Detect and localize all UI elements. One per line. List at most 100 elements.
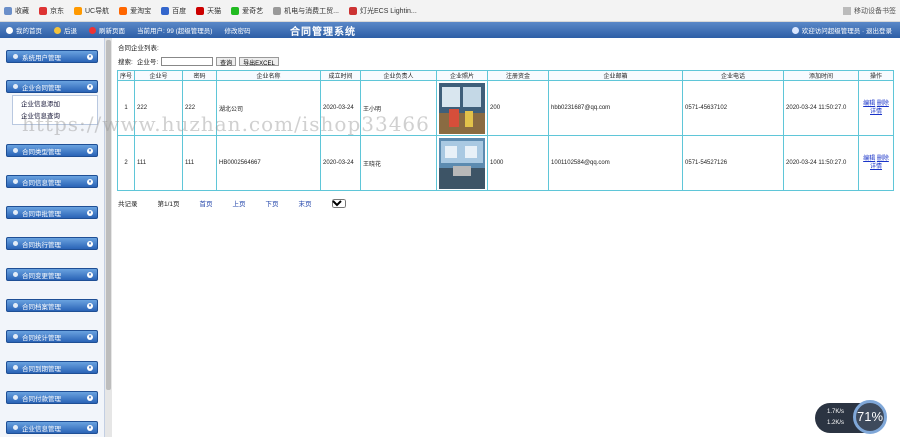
network-speed-widget[interactable]: 1.7K/s 1.2K/s 71% <box>815 400 887 434</box>
submenu-add-enterprise[interactable]: 企业信息添加 <box>13 99 97 111</box>
bookmark-item[interactable]: 爱淘宝 <box>119 6 151 16</box>
back-icon <box>54 26 61 34</box>
chevron-icon: ▾ <box>87 179 93 185</box>
sidebar-scrollbar[interactable] <box>105 38 112 437</box>
home-link[interactable]: 我的首页 <box>6 25 42 35</box>
search-bar: 搜索: 企业号: 查询 导出EXCEL <box>118 56 282 67</box>
detail-link[interactable]: 详情 <box>870 164 882 170</box>
bookmark-item[interactable]: 灯光ECS Lightin... <box>348 6 417 16</box>
export-excel-button[interactable]: 导出EXCEL <box>239 56 279 67</box>
site-icon <box>348 6 357 15</box>
chevron-icon: ▾ <box>87 334 93 340</box>
delete-link[interactable]: 删除 <box>877 101 889 107</box>
chevron-icon: ▾ <box>87 84 93 90</box>
pagination: 共记录 第1/1页 首页 上页 下页 末页 1 <box>118 198 346 208</box>
bullet-icon <box>13 425 18 430</box>
sidebar-item-users[interactable]: 系统用户管理 ▾ <box>6 50 98 63</box>
sidebar: 系统用户管理 ▾ 企业合同管理 ▾ 企业信息添加 企业信息查询 合同类型管理 ▾ 合同… <box>0 38 105 437</box>
download-speed: 1.2K/s <box>827 420 845 426</box>
bookmark-item[interactable]: 京东 <box>39 6 64 16</box>
page-select[interactable]: 1 <box>331 198 346 208</box>
taobao-icon <box>119 6 128 15</box>
refresh-icon <box>89 26 96 34</box>
folder-icon <box>843 7 851 15</box>
mobile-bookmarks[interactable]: 移动设备书签 <box>843 6 896 16</box>
cell-added: 2020-03-24 11:50:27.0 <box>783 135 860 191</box>
watermark: https://www.huzhan.com/ishop33466 <box>22 112 430 136</box>
bookmark-item[interactable]: 爱奇艺 <box>231 6 263 16</box>
current-user: 当前用户: 99 (超级管理员) <box>137 28 213 35</box>
col-header: 企业照片 <box>436 70 489 81</box>
next-page-link[interactable]: 下页 <box>266 198 279 208</box>
sidebar-item-menu[interactable]: 合同统计管理 ▾ <box>6 330 98 343</box>
cell-name: HB0002564667 <box>216 135 322 191</box>
enterprise-photo[interactable] <box>439 137 486 189</box>
table-row: 2 111 111 HB0002564667 2020-03-24 王晓花 10… <box>116 135 895 191</box>
enterprise-code-input[interactable] <box>161 56 214 66</box>
edit-link[interactable]: 编辑 <box>863 156 875 162</box>
cell-photo <box>436 135 489 191</box>
cell-capital: 1000 <box>487 135 550 191</box>
cell-email: 1001102584@qq.com <box>548 135 684 191</box>
bullet-icon <box>13 210 18 215</box>
first-page-link[interactable]: 首页 <box>200 198 213 208</box>
bullet-icon <box>13 179 18 184</box>
col-header: 序号 <box>116 70 136 81</box>
record-count: 共记录 <box>118 201 138 208</box>
sidebar-item-menu[interactable]: 企业信息管理 ▾ <box>6 421 98 434</box>
bookmark-item[interactable]: 收藏 <box>4 6 29 16</box>
col-header: 企业负责人 <box>360 70 438 81</box>
bookmark-item[interactable]: 机电与消费工贸... <box>273 6 339 16</box>
edit-link[interactable]: 编辑 <box>863 101 875 107</box>
sidebar-item-menu[interactable]: 合同审批管理 ▾ <box>6 206 98 219</box>
jd-icon <box>39 6 47 15</box>
enterprise-photo[interactable] <box>439 82 486 134</box>
refresh-link[interactable]: 刷新页面 <box>89 25 125 35</box>
delete-link[interactable]: 删除 <box>877 156 889 162</box>
chevron-icon: ▾ <box>87 425 93 431</box>
breadcrumb: 合同企业列表: <box>118 45 159 52</box>
last-page-link[interactable]: 末页 <box>299 198 312 208</box>
page-indicator: 第1/1页 <box>157 201 180 208</box>
table-header-row: 序号 企业号 密码 企业名称 成立时间 企业负责人 企业照片 注册资金 企业邮箱… <box>116 70 895 81</box>
iqiyi-icon <box>231 6 240 15</box>
back-link[interactable]: 后退 <box>54 25 77 35</box>
bullet-icon <box>13 54 18 59</box>
bookmark-item[interactable]: 百度 <box>161 6 186 16</box>
sidebar-item-menu[interactable]: 合同类型管理 ▾ <box>6 144 98 157</box>
baidu-icon <box>161 6 170 15</box>
cell-password: 111 <box>182 135 218 191</box>
sidebar-item-menu[interactable]: 合同档案管理 ▾ <box>6 299 98 312</box>
home-icon <box>6 26 13 34</box>
enterprise-code-label: 企业号: <box>136 59 159 66</box>
query-button[interactable]: 查询 <box>216 56 237 67</box>
sidebar-item-menu[interactable]: 合同到期管理 ▾ <box>6 361 98 374</box>
sidebar-item-menu[interactable]: 合同执行管理 ▾ <box>6 237 98 250</box>
chevron-icon: ▾ <box>87 54 93 60</box>
folder-icon <box>273 6 282 15</box>
bullet-icon <box>13 395 18 400</box>
tmall-icon <box>196 6 205 15</box>
bullet-icon <box>13 84 18 89</box>
cell-code: 111 <box>134 135 184 191</box>
chevron-icon: ▾ <box>87 241 93 247</box>
bookmark-item[interactable]: 天猫 <box>196 6 221 16</box>
chevron-icon: ▾ <box>87 210 93 216</box>
bullet-icon <box>13 241 18 246</box>
sidebar-item-menu[interactable]: 合同付款管理 ▾ <box>6 391 98 404</box>
sidebar-item-menu[interactable]: 合同变更管理 ▾ <box>6 268 98 281</box>
prev-page-link[interactable]: 上页 <box>233 198 246 208</box>
cell-actions: 编辑 删除 详情 <box>858 135 895 191</box>
bookmark-item[interactable]: UC导航 <box>74 6 109 16</box>
chevron-icon: ▾ <box>87 303 93 309</box>
sidebar-item-menu[interactable]: 合同信息管理 ▾ <box>6 175 98 188</box>
scrollbar-thumb[interactable] <box>106 40 111 390</box>
col-header: 操作 <box>858 70 895 81</box>
cell-capital: 200 <box>487 80 550 136</box>
sidebar-item-enterprise[interactable]: 企业合同管理 ▾ <box>6 80 98 93</box>
user-status[interactable]: 欢迎访问超级管理员 · 退出登录 <box>791 25 892 35</box>
detail-link[interactable]: 详情 <box>870 109 882 115</box>
change-password-link[interactable]: 修改密码 <box>224 25 250 35</box>
cell-added: 2020-03-24 11:50:27.0 <box>783 80 860 136</box>
cell-leader: 王晓花 <box>360 135 438 191</box>
